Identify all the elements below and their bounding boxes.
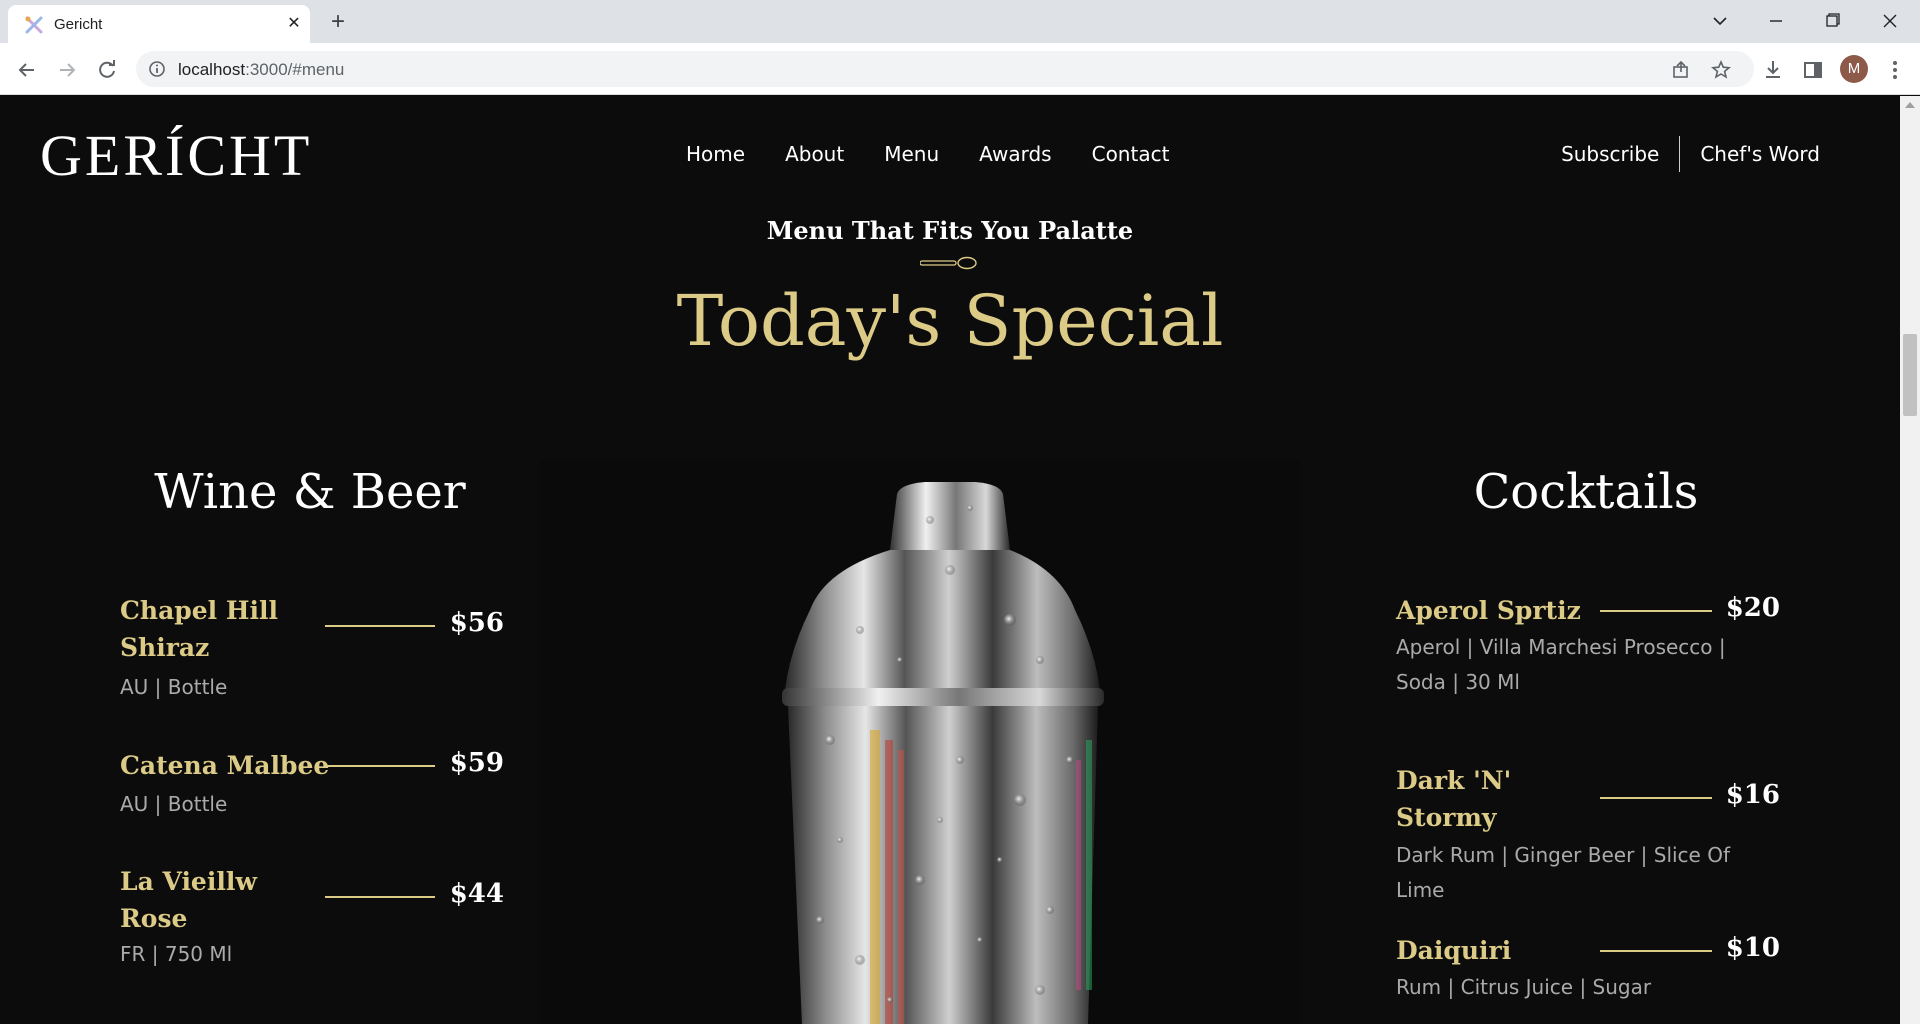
cocktail-item-tags: Aperol | Villa Marchesi Prosecco | Soda |… xyxy=(1396,630,1726,700)
cocktail-item: Daiquiri $10 Rum | Citrus Juice | Sugar xyxy=(1396,932,1780,1012)
cocktail-item-tags: Dark Rum | Ginger Beer | Slice Of Lime xyxy=(1396,838,1730,908)
wine-item-name-line2: Rose xyxy=(120,904,188,933)
cocktail-item-price: $10 xyxy=(1725,933,1780,963)
scroll-thumb[interactable] xyxy=(1903,334,1917,416)
cocktail-item: Dark 'N' Stormy $16 Dark Rum | Ginger Bee… xyxy=(1396,762,1780,902)
close-window-icon[interactable] xyxy=(1870,6,1910,36)
cocktail-name-line2: Stormy xyxy=(1396,803,1497,832)
profile-avatar[interactable]: M xyxy=(1840,55,1868,83)
wine-item-price: $59 xyxy=(449,748,504,778)
site-info-icon[interactable] xyxy=(148,60,166,78)
cocktail-tags-line2: Lime xyxy=(1396,878,1445,902)
url-text: localhost:3000/#menu xyxy=(178,60,344,80)
wine-item-price: $56 xyxy=(449,608,504,638)
cocktail-item-name: Daiquiri xyxy=(1396,936,1512,965)
wine-item-price: $44 xyxy=(449,879,504,909)
cocktail-item-price: $20 xyxy=(1725,593,1780,623)
vertical-scrollbar[interactable] xyxy=(1900,96,1920,1024)
price-divider xyxy=(325,625,435,627)
nav-link-about[interactable]: About xyxy=(785,142,844,166)
download-icon[interactable] xyxy=(1760,57,1786,83)
cocktail-name-line1: Dark 'N' xyxy=(1396,766,1512,795)
wine-item-name-line2: Shiraz xyxy=(120,633,210,662)
cocktail-tags-line1: Dark Rum | Ginger Beer | Slice Of xyxy=(1396,843,1730,867)
browser-tab-strip: Gericht ✕ + xyxy=(0,0,1920,43)
tab-title: Gericht xyxy=(54,16,103,33)
price-divider xyxy=(325,765,435,767)
minimize-icon[interactable] xyxy=(1756,6,1796,36)
section-title: Today's Special xyxy=(676,280,1224,362)
cocktail-item: Aperol Sprtiz $20 Aperol | Villa Marches… xyxy=(1396,592,1780,702)
cocktail-tags-line1: Aperol | Villa Marchesi Prosecco | xyxy=(1396,635,1726,659)
back-icon[interactable] xyxy=(14,57,40,83)
wine-item: La Vieillw Rose $44 FR | 750 Ml xyxy=(120,863,504,973)
wine-item-tags: FR | 750 Ml xyxy=(120,942,233,966)
url-host: localhost xyxy=(178,60,246,79)
menu-kebab-icon[interactable] xyxy=(1882,57,1908,83)
nav-link-home[interactable]: Home xyxy=(686,142,745,166)
restore-icon[interactable] xyxy=(1812,6,1852,36)
reload-icon[interactable] xyxy=(94,57,120,83)
bookmark-star-icon[interactable] xyxy=(1710,59,1732,81)
section-subtitle: Menu That Fits You Palatte xyxy=(766,216,1134,245)
cocktail-item-name: Dark 'N' Stormy xyxy=(1396,762,1511,836)
wine-item-name: Chapel Hill Shiraz xyxy=(120,592,278,666)
cocktail-item-price: $16 xyxy=(1725,780,1780,810)
browser-toolbar: localhost:3000/#menu M xyxy=(0,43,1920,95)
address-bar[interactable]: localhost:3000/#menu xyxy=(136,51,1754,87)
wine-item-tags: AU | Bottle xyxy=(120,675,228,699)
wine-item-tags: AU | Bottle xyxy=(120,792,228,816)
cocktail-shaker-image xyxy=(540,460,1300,1024)
price-divider xyxy=(1600,610,1712,612)
nav-link-awards[interactable]: Awards xyxy=(979,142,1051,166)
wine-item: Catena Malbee $59 AU | Bottle xyxy=(120,747,504,827)
price-divider xyxy=(325,896,435,898)
cocktail-tags-line2: Soda | 30 Ml xyxy=(1396,670,1520,694)
new-tab-button[interactable]: + xyxy=(324,9,352,37)
nav-link-contact[interactable]: Contact xyxy=(1092,142,1170,166)
wine-beer-title: Wine & Beer xyxy=(154,464,466,520)
tab-search-icon[interactable] xyxy=(1700,6,1740,36)
fork-knife-icon xyxy=(24,15,44,35)
main-nav: Home About Menu Awards Contact xyxy=(686,142,1169,166)
wine-item-name-line1: Chapel Hill xyxy=(120,596,278,625)
wine-item-name: La Vieillw Rose xyxy=(120,863,257,937)
chefs-word-link[interactable]: Chef's Word xyxy=(1700,142,1820,166)
share-icon[interactable] xyxy=(1670,59,1692,81)
close-tab-icon[interactable]: ✕ xyxy=(284,14,304,34)
subscribe-link[interactable]: Subscribe xyxy=(1561,142,1659,166)
wine-item: Chapel Hill Shiraz $56 AU | Bottle xyxy=(120,592,504,702)
spoon-divider-icon xyxy=(919,256,980,270)
cocktail-item-tags: Rum | Citrus Juice | Sugar xyxy=(1396,975,1652,999)
nav-right-links: Subscribe Chef's Word xyxy=(1561,136,1820,172)
side-panel-icon[interactable] xyxy=(1800,57,1826,83)
page-viewport: GERÍCHT Home About Menu Awards Contact S… xyxy=(0,96,1900,1024)
cocktails-title: Cocktails xyxy=(1473,464,1699,520)
site-logo[interactable]: GERÍCHT xyxy=(40,122,312,189)
wine-item-name: Catena Malbee xyxy=(120,751,330,780)
cocktail-item-name: Aperol Sprtiz xyxy=(1396,596,1581,625)
nav-link-menu[interactable]: Menu xyxy=(884,142,939,166)
forward-icon[interactable] xyxy=(54,57,80,83)
wine-item-name-line1: La Vieillw xyxy=(120,867,257,896)
url-path: :3000/#menu xyxy=(245,60,345,79)
scroll-up-icon[interactable] xyxy=(1905,102,1915,108)
price-divider xyxy=(1600,797,1712,799)
nav-divider xyxy=(1679,136,1681,172)
browser-tab[interactable]: Gericht ✕ xyxy=(8,5,310,43)
price-divider xyxy=(1600,950,1712,952)
